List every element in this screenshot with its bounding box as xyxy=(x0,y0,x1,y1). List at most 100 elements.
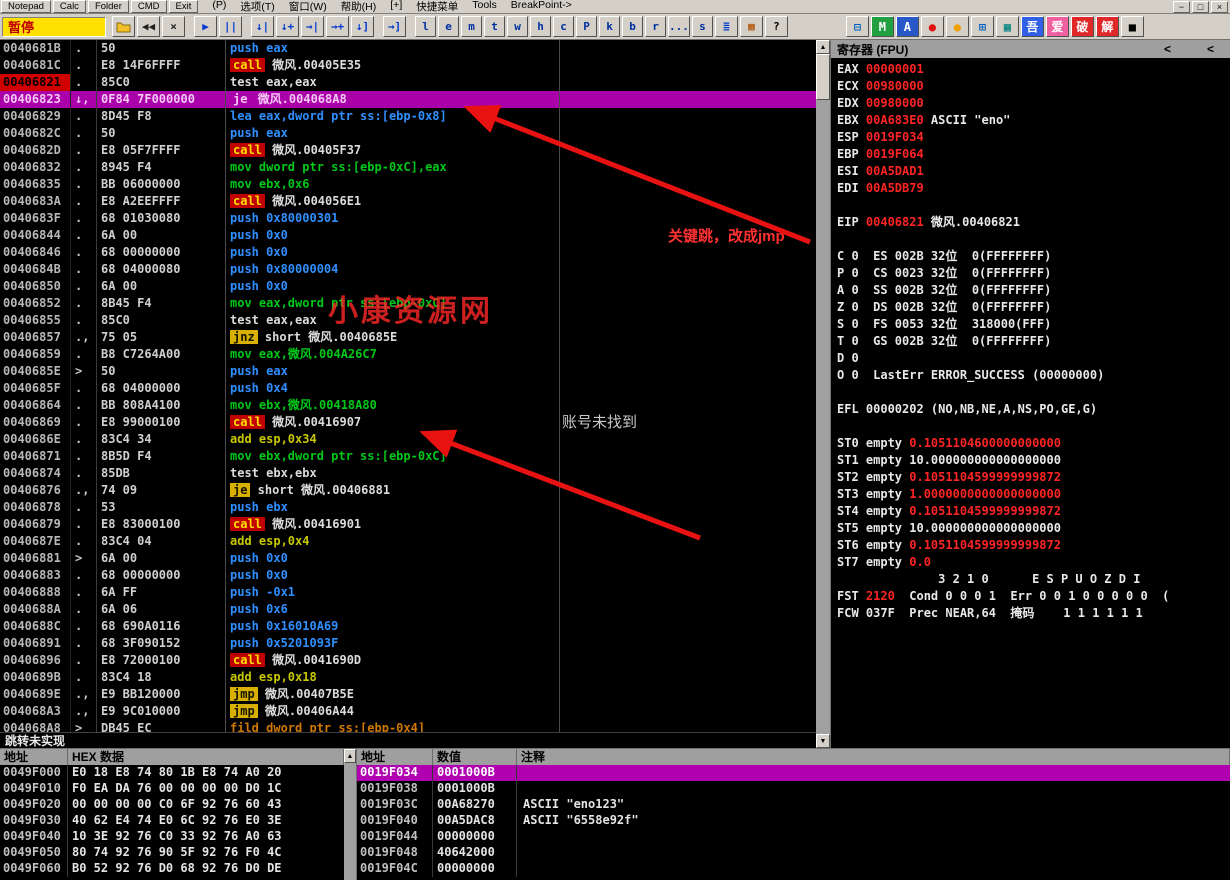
disasm-row[interactable]: 0040687E.83C4 04add esp,0x4 xyxy=(0,533,816,550)
register-line[interactable]: O 0 LastErr ERROR_SUCCESS (00000000) xyxy=(837,367,1230,384)
close-program-button[interactable]: × xyxy=(162,16,185,37)
dump-row[interactable]: 0049F02000 00 00 00 C0 6F 92 76 60 43 xyxy=(0,797,344,813)
disasm-row[interactable]: 00406869.E8 99000100call 微风.00416907 xyxy=(0,414,816,431)
dump-scroll-up-icon[interactable]: ▲ xyxy=(344,749,356,763)
disasm-row[interactable]: 00406871.8B5D F4mov ebx,dword ptr ss:[eb… xyxy=(0,448,816,465)
quick-button-cmd[interactable]: CMD xyxy=(131,0,167,13)
stack-row[interactable]: 0019F03C00A68270ASCII "eno123" xyxy=(357,797,1230,813)
step-into-button[interactable]: ↓| xyxy=(251,16,274,37)
plugin-yellow-dot-button[interactable]: ● xyxy=(946,16,969,37)
dump-scrollbar[interactable]: ▲ xyxy=(344,749,356,880)
plugin-jie-button[interactable]: 解 xyxy=(1096,16,1119,37)
disasm-row[interactable]: 00406879.E8 83000100call 微风.00416901 xyxy=(0,516,816,533)
disasm-row[interactable]: 0040688A.6A 06push 0x6 xyxy=(0,601,816,618)
register-line[interactable]: A 0 SS 002B 32位 0(FFFFFFFF) xyxy=(837,282,1230,299)
disasm-row[interactable]: 004068A3.,E9 9C010000jmp 微风.00406A44 xyxy=(0,703,816,720)
register-line[interactable]: ST0 empty 0.1051104600000000000 xyxy=(837,435,1230,452)
restore-button[interactable]: □ xyxy=(1192,1,1209,13)
letter-button[interactable]: P xyxy=(576,16,597,37)
stack-row[interactable]: 0019F0380001000B xyxy=(357,781,1230,797)
quick-button-notepad[interactable]: Notepad xyxy=(1,0,51,13)
register-line[interactable]: EAX 00000001 xyxy=(837,61,1230,78)
animate-over-button[interactable]: →+ xyxy=(326,16,349,37)
plugin-black-button[interactable]: ■ xyxy=(1121,16,1144,37)
letter-button[interactable]: t xyxy=(484,16,505,37)
dump-row[interactable]: 0049F010F0 EA DA 76 00 00 00 00 D0 1C xyxy=(0,781,344,797)
plugin-po-button[interactable]: 破 xyxy=(1071,16,1094,37)
register-line[interactable]: FST 2120 Cond 0 0 0 1 Err 0 0 1 0 0 0 0 … xyxy=(837,588,1230,605)
disasm-row[interactable]: 00406823↓,0F84 7F000000je 微风.004068A8 xyxy=(0,91,816,108)
register-line[interactable]: ST2 empty 0.1051104599999999872 xyxy=(837,469,1230,486)
letter-button[interactable]: b xyxy=(622,16,643,37)
menu-item[interactable]: 快捷菜单 xyxy=(409,0,465,14)
close-window-button[interactable]: × xyxy=(1211,1,1228,13)
letter-button[interactable]: h xyxy=(530,16,551,37)
disasm-row[interactable]: 00406859.B8 C7264A00mov eax,微风.004A26C7 xyxy=(0,346,816,363)
menu-item[interactable]: 窗口(W) xyxy=(282,0,334,14)
stack-row[interactable]: 0019F04000A5DAC8ASCII "6558e92f" xyxy=(357,813,1230,829)
register-line[interactable]: ST1 empty 10.000000000000000000 xyxy=(837,452,1230,469)
scroll-thumb[interactable] xyxy=(816,54,830,100)
disasm-row[interactable]: 0040688C.68 690A0116push 0x16010A69 xyxy=(0,618,816,635)
disasm-row[interactable]: 0040682D.E8 05F7FFFFcall 微风.00405F37 xyxy=(0,142,816,159)
disasm-row[interactable]: 00406878.53push ebx xyxy=(0,499,816,516)
register-line[interactable]: D 0 xyxy=(837,350,1230,367)
dump-row[interactable]: 0049F05080 74 92 76 90 5F 92 76 F0 4C xyxy=(0,845,344,861)
register-line[interactable]: 3 2 1 0 E S P U O Z D I xyxy=(837,571,1230,588)
menu-item[interactable]: 帮助(H) xyxy=(334,0,384,14)
quick-button-folder[interactable]: Folder xyxy=(88,0,129,13)
register-line[interactable]: EDX 00980000 xyxy=(837,95,1230,112)
disasm-row[interactable]: 0040681B.50push eax xyxy=(0,40,816,57)
disasm-row[interactable]: 0040681C.E8 14F6FFFFcall 微风.00405E35 xyxy=(0,57,816,74)
register-line[interactable]: P 0 CS 0023 32位 0(FFFFFFFF) xyxy=(837,265,1230,282)
disasm-row[interactable]: 00406857.,75 05jnz short 微风.0040685E xyxy=(0,329,816,346)
disasm-row[interactable]: 00406896.E8 72000100call 微风.0041690D xyxy=(0,652,816,669)
letter-button[interactable]: s xyxy=(692,16,713,37)
quick-button-exit[interactable]: Exit xyxy=(169,0,199,13)
menu-item[interactable]: Tools xyxy=(465,0,504,14)
appearance-button[interactable]: ▦ xyxy=(740,16,763,37)
open-file-button[interactable] xyxy=(112,16,135,37)
register-line[interactable]: Z 0 DS 002B 32位 0(FFFFFFFF) xyxy=(837,299,1230,316)
collapse-right-button[interactable]: < xyxy=(1207,42,1214,56)
letter-button[interactable]: m xyxy=(461,16,482,37)
plugin-grid-button[interactable]: ⊞ xyxy=(971,16,994,37)
disasm-row[interactable]: 00406864.BB 808A4100mov ebx,微风.00418A80 xyxy=(0,397,816,414)
plugin-m-button[interactable]: M xyxy=(871,16,894,37)
register-line[interactable]: EBP 0019F064 xyxy=(837,146,1230,163)
menu-item[interactable]: (P) xyxy=(205,0,233,14)
register-line[interactable]: ESP 0019F034 xyxy=(837,129,1230,146)
scroll-down-icon[interactable]: ▼ xyxy=(816,734,830,748)
letter-button[interactable]: l xyxy=(415,16,436,37)
register-line[interactable]: ST6 empty 0.1051104599999999872 xyxy=(837,537,1230,554)
plugin-window-button[interactable]: ⊟ xyxy=(846,16,869,37)
plugin-wu-button[interactable]: 吾 xyxy=(1021,16,1044,37)
register-line[interactable]: EDI 00A5DB79 xyxy=(837,180,1230,197)
disasm-row[interactable]: 0040683F.68 01030080push 0x80000301 xyxy=(0,210,816,227)
options-list-button[interactable]: ≣ xyxy=(715,16,738,37)
disasm-row[interactable]: 00406881>6A 00push 0x0 xyxy=(0,550,816,567)
dump-row[interactable]: 0049F04010 3E 92 76 C0 33 92 76 A0 63 xyxy=(0,829,344,845)
register-line[interactable]: ESI 00A5DAD1 xyxy=(837,163,1230,180)
scroll-up-icon[interactable]: ▲ xyxy=(816,40,830,54)
stack-row[interactable]: 0019F04400000000 xyxy=(357,829,1230,845)
disasm-row[interactable]: 004068A8>DB45 ECfild dword ptr ss:[ebp-0… xyxy=(0,720,816,732)
disasm-row[interactable]: 00406855.85C0test eax,eax xyxy=(0,312,816,329)
letter-button[interactable]: c xyxy=(553,16,574,37)
disasm-row[interactable]: 00406874.85DBtest ebx,ebx xyxy=(0,465,816,482)
disasm-row[interactable]: 00406883.68 00000000push 0x0 xyxy=(0,567,816,584)
register-line[interactable]: ECX 00980000 xyxy=(837,78,1230,95)
collapse-left-button[interactable]: < xyxy=(1164,42,1171,56)
disasm-row[interactable]: 0040686E.83C4 34add esp,0x34 xyxy=(0,431,816,448)
disasm-row[interactable]: 00406850.6A 00push 0x0 xyxy=(0,278,816,295)
stack-row[interactable]: 0019F0340001000B xyxy=(357,765,1230,781)
letter-button[interactable]: e xyxy=(438,16,459,37)
disasm-row[interactable]: 00406829.8D45 F8lea eax,dword ptr ss:[eb… xyxy=(0,108,816,125)
register-line[interactable]: EIP 00406821 微风.00406821 xyxy=(837,214,1230,231)
disasm-row[interactable]: 00406835.BB 06000000mov ebx,0x6 xyxy=(0,176,816,193)
pause-button[interactable]: || xyxy=(219,16,242,37)
disasm-row[interactable]: 00406891.68 3F090152push 0x5201093F xyxy=(0,635,816,652)
plugin-panel-button[interactable]: ▦ xyxy=(996,16,1019,37)
letter-button[interactable]: ... xyxy=(668,16,690,37)
register-line[interactable]: EBX 00A683E0 ASCII "eno" xyxy=(837,112,1230,129)
